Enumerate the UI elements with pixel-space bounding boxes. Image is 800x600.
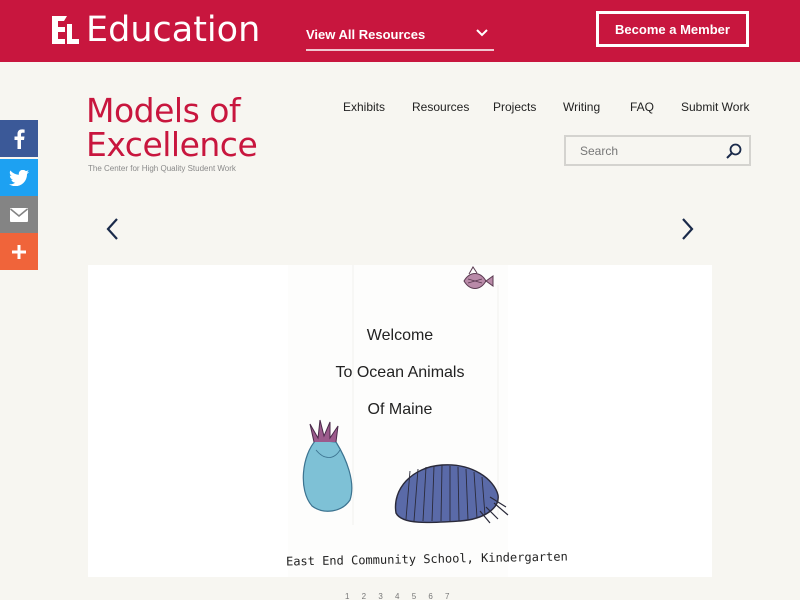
view-all-label: View All Resources <box>306 27 426 42</box>
twitter-share-button[interactable] <box>0 159 38 196</box>
brand-text: Education <box>86 10 261 50</box>
nav-faq[interactable]: FAQ <box>630 100 654 114</box>
share-plus-icon <box>12 244 26 259</box>
nav-exhibits[interactable]: Exhibits <box>343 100 385 114</box>
become-member-button[interactable]: Become a Member <box>596 11 749 47</box>
slide-line-of-maine: Of Maine <box>367 401 433 418</box>
nav-submit-work[interactable]: Submit Work <box>681 100 749 114</box>
site-subtitle: The Center for High Quality Student Work <box>88 164 236 173</box>
view-all-resources-dropdown[interactable]: View All Resources <box>306 20 494 51</box>
main-nav: Exhibits Resources Projects Writing FAQ … <box>0 100 800 116</box>
search-box <box>564 135 751 166</box>
more-share-button[interactable] <box>0 233 38 270</box>
title-line2: Excellence <box>86 125 258 164</box>
facebook-share-button[interactable] <box>0 120 38 157</box>
facebook-icon <box>14 128 25 149</box>
chevron-down-icon <box>476 29 488 37</box>
email-share-button[interactable] <box>0 196 38 233</box>
top-bar: Education View All Resources Become a Me… <box>0 0 800 62</box>
student-drawing-image <box>288 265 509 577</box>
twitter-icon <box>9 169 29 186</box>
slide-line-ocean-animals: To Ocean Animals <box>335 364 465 381</box>
nav-projects[interactable]: Projects <box>493 100 536 114</box>
slide-line-welcome: Welcome <box>366 327 434 344</box>
search-icon[interactable] <box>725 142 743 160</box>
carousel-slide[interactable]: Welcome To Ocean Animals Of Maine East E… <box>88 265 712 577</box>
search-input[interactable] <box>566 137 721 164</box>
el-education-logo[interactable]: Education <box>50 12 260 48</box>
carousel-pagination[interactable]: 1 2 3 4 5 6 7 <box>345 592 454 600</box>
nav-writing[interactable]: Writing <box>563 100 600 114</box>
carousel-prev-arrow-icon[interactable] <box>105 218 119 240</box>
nav-resources[interactable]: Resources <box>412 100 469 114</box>
email-icon <box>10 207 28 222</box>
el-logo-mark-icon <box>52 16 79 44</box>
carousel-next-arrow-icon[interactable] <box>681 218 695 240</box>
